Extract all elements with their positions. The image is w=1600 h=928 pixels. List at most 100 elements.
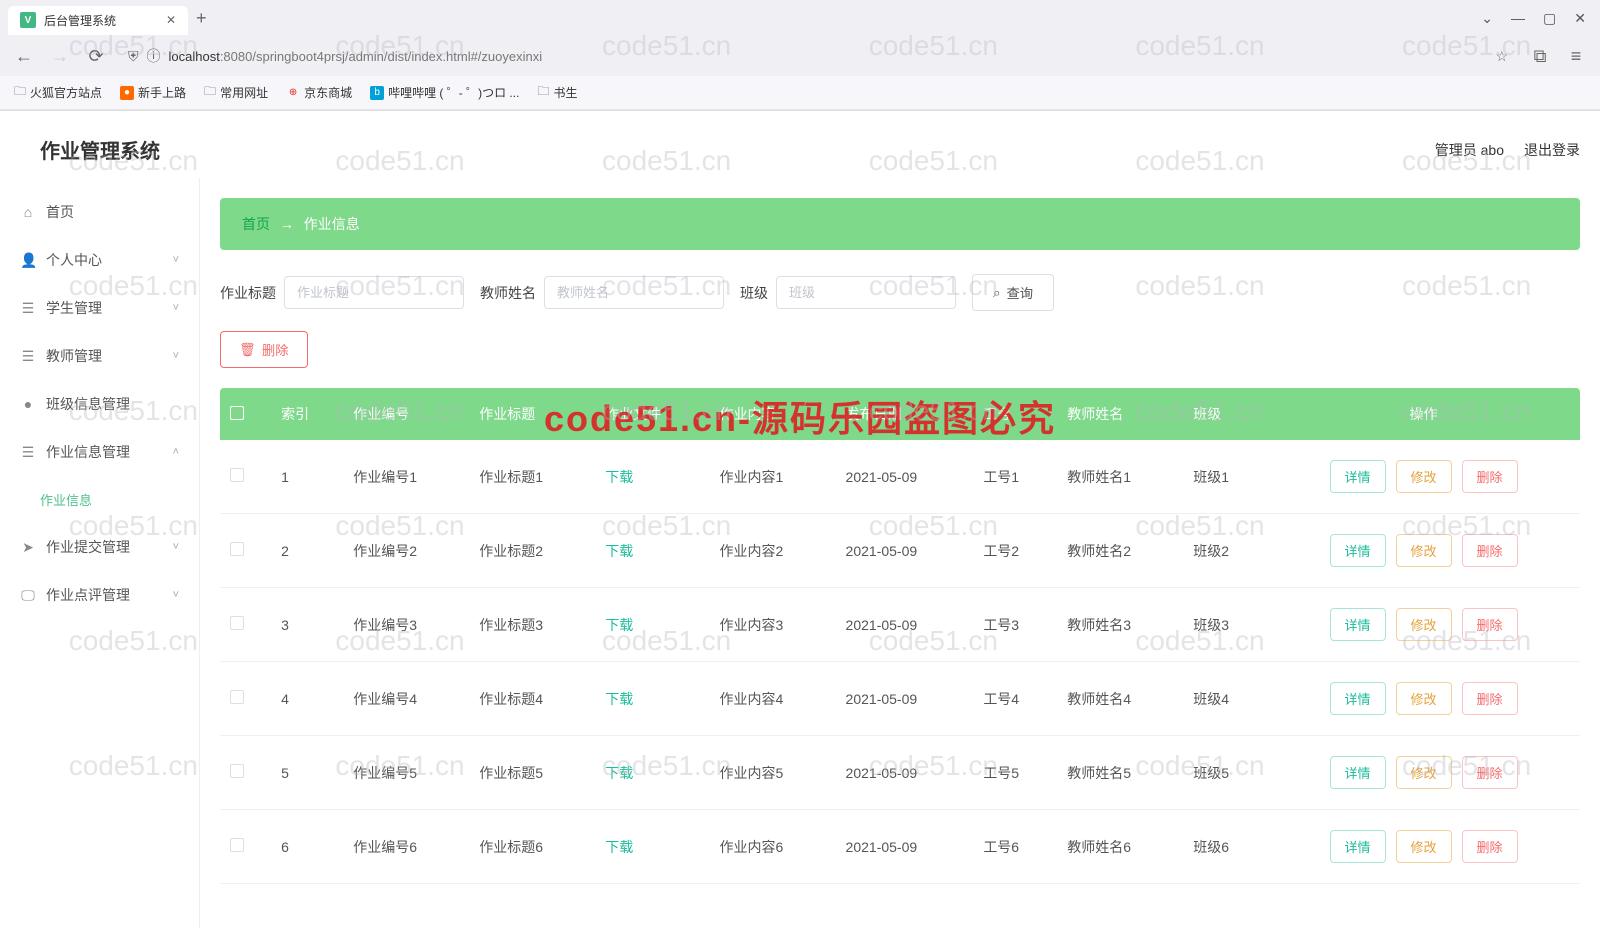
download-link[interactable]: 下载	[605, 765, 633, 781]
sidebar-item[interactable]: ➤作业提交管理˅	[0, 523, 199, 571]
cell-index: 1	[271, 440, 343, 514]
menu-icon[interactable]: ≡	[1564, 46, 1588, 67]
cell-bh: 作业编号4	[343, 662, 469, 736]
bookmark-item[interactable]: 🗀常用网址	[204, 82, 268, 103]
download-link[interactable]: 下载	[605, 839, 633, 855]
app-title: 作业管理系统	[20, 121, 180, 178]
detail-button[interactable]: 详情	[1330, 460, 1386, 493]
close-window-icon[interactable]: ✕	[1574, 10, 1586, 27]
sidebar-item[interactable]: 🖵作业点评管理˅	[0, 571, 199, 619]
table-row: 2作业编号2作业标题2下载作业内容22021-05-09工号2教师姓名2班级2详…	[220, 514, 1580, 588]
row-checkbox[interactable]	[230, 616, 244, 630]
sidebar-item[interactable]: 👤个人中心˅	[0, 236, 199, 284]
back-icon[interactable]: ←	[12, 46, 36, 67]
chevron-down-icon: ˅	[173, 541, 179, 553]
detail-button[interactable]: 详情	[1330, 682, 1386, 715]
row-delete-button[interactable]: 删除	[1462, 608, 1518, 641]
sidebar-item[interactable]: ☰教师管理˅	[0, 332, 199, 380]
bookmark-item[interactable]: ⊕京东商城	[286, 84, 352, 101]
bookmark-item[interactable]: 🗀火狐官方站点	[14, 82, 102, 103]
cell-gh: 工号3	[973, 588, 1057, 662]
detail-button[interactable]: 详情	[1330, 608, 1386, 641]
cell-rq: 2021-05-09	[836, 440, 974, 514]
edit-button[interactable]: 修改	[1396, 460, 1452, 493]
sidebar-item-label: 教师管理	[46, 346, 102, 366]
detail-button[interactable]: 详情	[1330, 756, 1386, 789]
tab-close-icon[interactable]: ✕	[166, 13, 176, 27]
sidebar-item[interactable]: ●班级信息管理	[0, 380, 199, 428]
row-delete-button[interactable]: 删除	[1462, 830, 1518, 863]
delete-button[interactable]: 🗑 删除	[220, 331, 308, 368]
row-delete-button[interactable]: 删除	[1462, 756, 1518, 789]
new-tab-icon[interactable]: +	[196, 8, 207, 29]
dropdown-icon[interactable]: ⌄	[1481, 10, 1493, 27]
breadcrumb-home[interactable]: 首页	[242, 216, 270, 232]
edit-button[interactable]: 修改	[1396, 534, 1452, 567]
maximize-icon[interactable]: ▢	[1543, 10, 1556, 27]
cell-rq: 2021-05-09	[836, 810, 974, 884]
shield-icon[interactable]: ⛨	[128, 48, 139, 65]
breadcrumb: 首页 → 作业信息	[220, 198, 1580, 250]
search-bar: 作业标题 教师姓名 班级 ⌕ 查询	[220, 274, 1580, 311]
table-header: 作业内容	[710, 388, 836, 440]
tab-title: 后台管理系统	[44, 12, 116, 29]
edit-button[interactable]: 修改	[1396, 608, 1452, 641]
bookmark-star-icon[interactable]: ☆	[1495, 48, 1508, 65]
sidebar-item[interactable]: ☰作业信息管理˄	[0, 428, 199, 476]
search-title-input[interactable]	[284, 276, 464, 309]
table-row: 4作业编号4作业标题4下载作业内容42021-05-09工号4教师姓名4班级4详…	[220, 662, 1580, 736]
row-checkbox[interactable]	[230, 838, 244, 852]
row-checkbox[interactable]	[230, 764, 244, 778]
query-button[interactable]: ⌕ 查询	[972, 274, 1054, 311]
download-link[interactable]: 下载	[605, 691, 633, 707]
tab-bar: V 后台管理系统 ✕ +	[0, 0, 1600, 36]
sidebar-item[interactable]: ☰学生管理˅	[0, 284, 199, 332]
edit-button[interactable]: 修改	[1396, 830, 1452, 863]
sidebar-item[interactable]: ⌂首页	[0, 188, 199, 236]
search-class-input[interactable]	[776, 276, 956, 309]
browser-chrome: ⌄ — ▢ ✕ V 后台管理系统 ✕ + ← → ⟳ ⛨ ⓘ localhost…	[0, 0, 1600, 111]
row-checkbox[interactable]	[230, 542, 244, 556]
window-controls: ⌄ — ▢ ✕	[1481, 10, 1586, 27]
detail-button[interactable]: 详情	[1330, 830, 1386, 863]
search-icon: ⌕	[993, 285, 1000, 301]
minimize-icon[interactable]: —	[1511, 10, 1525, 27]
bookmark-item[interactable]: ●新手上路	[120, 84, 186, 101]
logout-link[interactable]: 退出登录	[1524, 140, 1580, 160]
download-link[interactable]: 下载	[605, 469, 633, 485]
cell-js: 教师姓名1	[1057, 440, 1183, 514]
search-teacher-input[interactable]	[544, 276, 724, 309]
checkbox-all[interactable]	[230, 406, 244, 420]
main-content: 首页 → 作业信息 作业标题 教师姓名 班级 ⌕ 查询 🗑	[200, 178, 1600, 928]
chevron-down-icon: ˅	[173, 302, 179, 314]
cell-nr: 作业内容6	[710, 810, 836, 884]
sidebar-sub-item[interactable]: 作业信息	[0, 476, 199, 523]
jd-icon: ⊕	[286, 86, 300, 100]
download-link[interactable]: 下载	[605, 617, 633, 633]
row-checkbox[interactable]	[230, 468, 244, 482]
sidebar-item-label: 作业信息	[40, 490, 92, 509]
edit-button[interactable]: 修改	[1396, 756, 1452, 789]
bookmark-item[interactable]: 🗀书生	[537, 82, 577, 103]
chevron-down-icon: ˅	[173, 254, 179, 266]
table-header	[220, 388, 271, 440]
download-link[interactable]: 下载	[605, 543, 633, 559]
forward-icon[interactable]: →	[48, 46, 72, 67]
cell-nr: 作业内容4	[710, 662, 836, 736]
row-delete-button[interactable]: 删除	[1462, 682, 1518, 715]
detail-button[interactable]: 详情	[1330, 534, 1386, 567]
browser-tab[interactable]: V 后台管理系统 ✕	[8, 6, 188, 35]
cell-bj: 班级6	[1183, 810, 1267, 884]
lock-icon[interactable]: ⓘ	[147, 46, 161, 66]
reload-icon[interactable]: ⟳	[84, 46, 108, 67]
extensions-icon[interactable]: ⧉	[1528, 46, 1552, 67]
edit-button[interactable]: 修改	[1396, 682, 1452, 715]
row-delete-button[interactable]: 删除	[1462, 534, 1518, 567]
cell-gh: 工号6	[973, 810, 1057, 884]
bookmark-item[interactable]: b哔哩哔哩 ( ゜- ゜)つロ ...	[370, 84, 519, 101]
cell-index: 2	[271, 514, 343, 588]
row-checkbox[interactable]	[230, 690, 244, 704]
user-label[interactable]: 管理员 abo	[1435, 140, 1504, 160]
url-bar[interactable]: ⛨ ⓘ localhost:8080/springboot4prsj/admin…	[120, 46, 1516, 66]
row-delete-button[interactable]: 删除	[1462, 460, 1518, 493]
